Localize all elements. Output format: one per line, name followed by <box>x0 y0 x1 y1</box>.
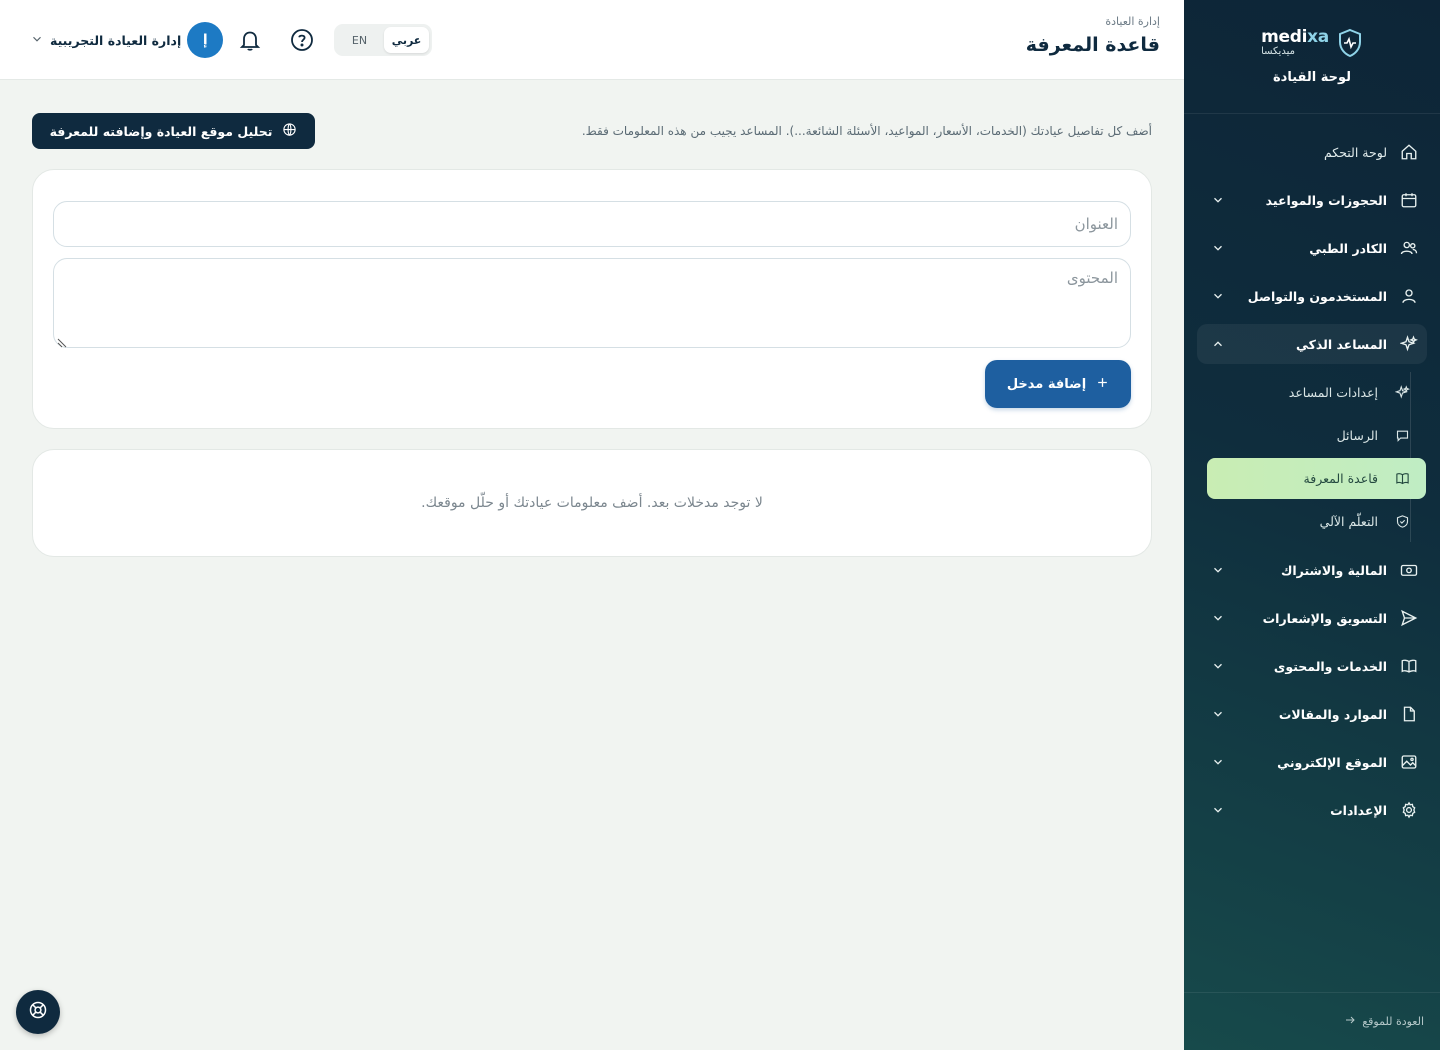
entries-list-empty: لا توجد مدخلات بعد. أضف معلومات عيادتك أ… <box>32 449 1152 557</box>
sidebar-item-settings[interactable]: الإعدادات <box>1197 790 1427 830</box>
chevron-down-icon[interactable] <box>1211 755 1225 769</box>
book-open-icon <box>1399 656 1419 676</box>
chevron-up-icon[interactable] <box>1211 337 1225 351</box>
lifebuoy-icon <box>28 1000 48 1024</box>
brand-name: medixa <box>1261 27 1329 47</box>
page-header: إدارة العيادة قاعدة المعرفة <box>1026 15 1160 56</box>
user-menu[interactable]: إدارة العيادة التجريبية إ <box>30 22 224 58</box>
title-input[interactable]: العنوان <box>53 201 1131 247</box>
sidebar-nav: لوحة التحكم الحجوزات والمواعيد الكادر ال… <box>1184 114 1440 830</box>
sidebar-item-knowledge-base[interactable]: قاعدة المعرفة <box>1207 458 1426 499</box>
plus-icon <box>1096 376 1109 393</box>
cash-icon <box>1399 560 1419 580</box>
sidebar-item-resources[interactable]: الموارد والمقالات <box>1197 694 1427 734</box>
sidebar-caption: لوحة القيادة <box>1272 70 1352 85</box>
sidebar-item-messages[interactable]: الرسائل <box>1197 415 1426 456</box>
calendar-icon <box>1399 190 1419 210</box>
shield-check-icon <box>1394 514 1410 530</box>
user-name: إدارة العيادة التجريبية <box>50 32 182 48</box>
sidebar-item-assistant-settings[interactable]: إعدادات المساعد <box>1197 372 1426 413</box>
add-entry-form: العنوان المحتوى إضافة مدخل <box>32 169 1152 429</box>
chevron-down-icon[interactable] <box>1211 707 1225 721</box>
sidebar-item-marketing[interactable]: التسويق والإشعارات <box>1197 598 1427 638</box>
add-entry-button[interactable]: إضافة مدخل <box>985 360 1131 408</box>
send-icon <box>1399 608 1419 628</box>
chat-bubble-icon <box>1394 428 1410 444</box>
page-title: قاعدة المعرفة <box>1025 34 1160 56</box>
sidebar-item-website[interactable]: الموقع الإلكتروني <box>1197 742 1427 782</box>
empty-state-text: لا توجد مدخلات بعد. أضف معلومات عيادتك أ… <box>421 495 763 511</box>
analyze-website-button[interactable]: تحليل موقع العيادة وإضافته للمعرفة <box>32 113 315 149</box>
file-icon <box>1399 704 1419 724</box>
shield-logo-icon <box>1337 28 1363 58</box>
support-fab[interactable] <box>16 990 60 1034</box>
intro-text: أضف كل تفاصيل عيادتك (الخدمات، الأسعار، … <box>581 124 1152 138</box>
chevron-down-icon <box>30 31 44 50</box>
sparkles-icon <box>1399 334 1419 354</box>
language-switcher: EN عربي <box>334 24 432 56</box>
chevron-down-icon[interactable] <box>1211 289 1225 303</box>
bell-icon[interactable] <box>237 27 263 53</box>
sidebar: medixa ميديكسا لوحة القيادة لوحة التحكم … <box>1184 0 1440 1050</box>
sidebar-item-staff[interactable]: الكادر الطبي <box>1197 228 1427 268</box>
home-icon <box>1399 142 1419 162</box>
chevron-down-icon[interactable] <box>1211 611 1225 625</box>
assistant-submenu: إعدادات المساعد الرسائل قاعدة المعرفة ال… <box>1197 372 1426 542</box>
gear-icon <box>1399 800 1419 820</box>
image-icon <box>1399 752 1419 772</box>
main-content: أضف كل تفاصيل عيادتك (الخدمات، الأسعار، … <box>0 80 1184 1050</box>
brand: medixa ميديكسا لوحة القيادة <box>1184 0 1440 114</box>
globe-icon <box>282 122 297 140</box>
chevron-down-icon[interactable] <box>1211 193 1225 207</box>
topbar: إدارة العيادة قاعدة المعرفة EN عربي إدار… <box>0 0 1184 80</box>
sidebar-item-services[interactable]: الخدمات والمحتوى <box>1197 646 1427 686</box>
sidebar-item-dashboard[interactable]: لوحة التحكم <box>1197 132 1427 172</box>
help-icon[interactable] <box>289 27 315 53</box>
back-to-site-link[interactable]: العودة للموقع <box>1184 992 1440 1050</box>
sidebar-item-machine-learning[interactable]: التعلّم الآلي <box>1197 501 1426 542</box>
sidebar-item-assistant[interactable]: المساعد الذكي <box>1197 324 1427 364</box>
sparkles-icon <box>1394 385 1410 401</box>
content-textarea[interactable]: المحتوى <box>53 258 1131 348</box>
chevron-down-icon[interactable] <box>1211 803 1225 817</box>
breadcrumb[interactable]: إدارة العيادة <box>1026 15 1160 28</box>
lang-ar-option[interactable]: عربي <box>384 27 429 53</box>
sidebar-item-finance[interactable]: المالية والاشتراك <box>1197 550 1427 590</box>
avatar: إ <box>187 22 224 58</box>
sidebar-item-bookings[interactable]: الحجوزات والمواعيد <box>1197 180 1427 220</box>
resize-handle-icon[interactable] <box>57 334 67 348</box>
chevron-down-icon[interactable] <box>1211 563 1225 577</box>
arrow-right-icon <box>1344 1014 1356 1029</box>
chevron-down-icon[interactable] <box>1211 659 1225 673</box>
chevron-down-icon[interactable] <box>1211 241 1225 255</box>
users-icon <box>1399 238 1419 258</box>
brand-name-arabic: ميديكسا <box>1261 46 1295 57</box>
lang-en-option[interactable]: EN <box>337 27 382 53</box>
sidebar-item-users[interactable]: المستخدمون والتواصل <box>1197 276 1427 316</box>
user-icon <box>1399 286 1419 306</box>
book-open-icon <box>1394 471 1410 487</box>
